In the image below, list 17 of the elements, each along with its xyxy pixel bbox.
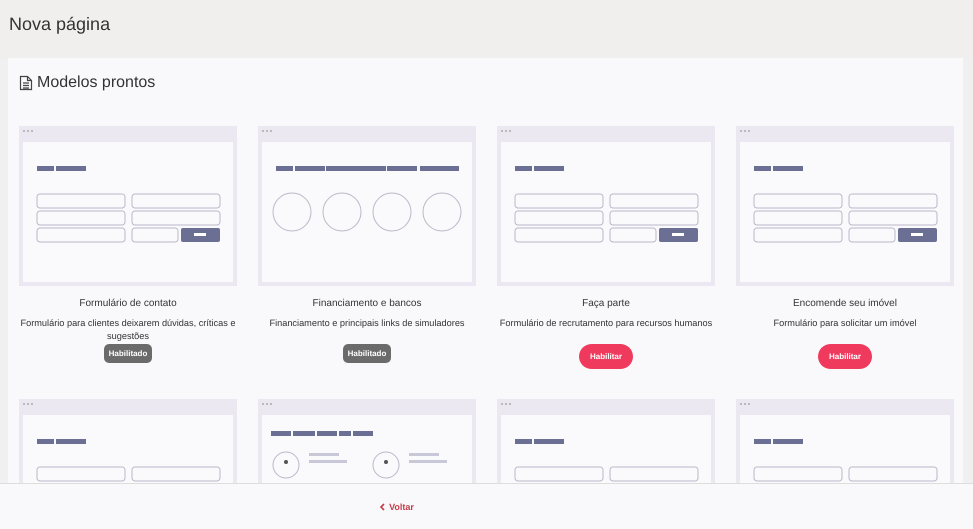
section-title: Modelos prontos	[37, 74, 156, 92]
enabled-badge[interactable]: Habilitado	[104, 344, 152, 363]
back-link[interactable]: Voltar	[379, 502, 414, 512]
template-title: Formulário de contato	[79, 298, 177, 309]
enable-button[interactable]: Habilitar	[818, 344, 872, 369]
template-description: Formulário de recrutamento para recursos humanos	[498, 317, 714, 330]
page-title: Nova página	[9, 14, 110, 34]
template-title: Encomende seu imóvel	[793, 298, 897, 309]
template-description: Financiamento e principais links de simuladores	[268, 317, 466, 330]
document-icon	[19, 75, 33, 91]
enabled-badge[interactable]: Habilitado	[342, 344, 392, 363]
template-description: Formulário para solicitar um imóvel	[772, 317, 918, 330]
template-title: Faça parte	[582, 298, 630, 309]
chevron-left-icon	[379, 502, 386, 510]
template-description: Formulário para clientes deixarem dúvidas, críticas e sugestões	[20, 317, 236, 343]
enable-button[interactable]: Habilitar	[578, 344, 633, 369]
template-title: Financiamento e bancos	[312, 298, 422, 309]
